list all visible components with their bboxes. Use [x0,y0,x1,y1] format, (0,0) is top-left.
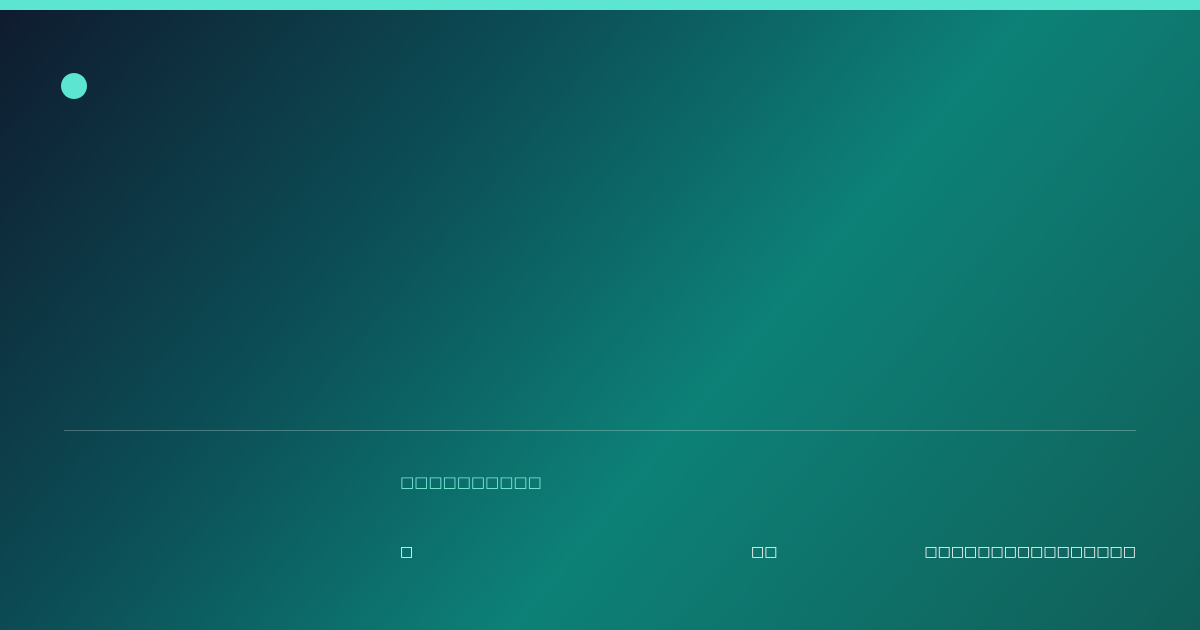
footer-left-text: □ [400,544,414,560]
brand-dot-icon [61,73,87,99]
footer-middle-text: □□ [751,544,778,560]
tagline-text: □□□□□□□□□□ [400,473,542,491]
footer-right-text: □□□□□□□□□□□□□□□□ [924,544,1136,560]
top-accent-bar [0,0,1200,10]
divider-line [64,430,1136,431]
